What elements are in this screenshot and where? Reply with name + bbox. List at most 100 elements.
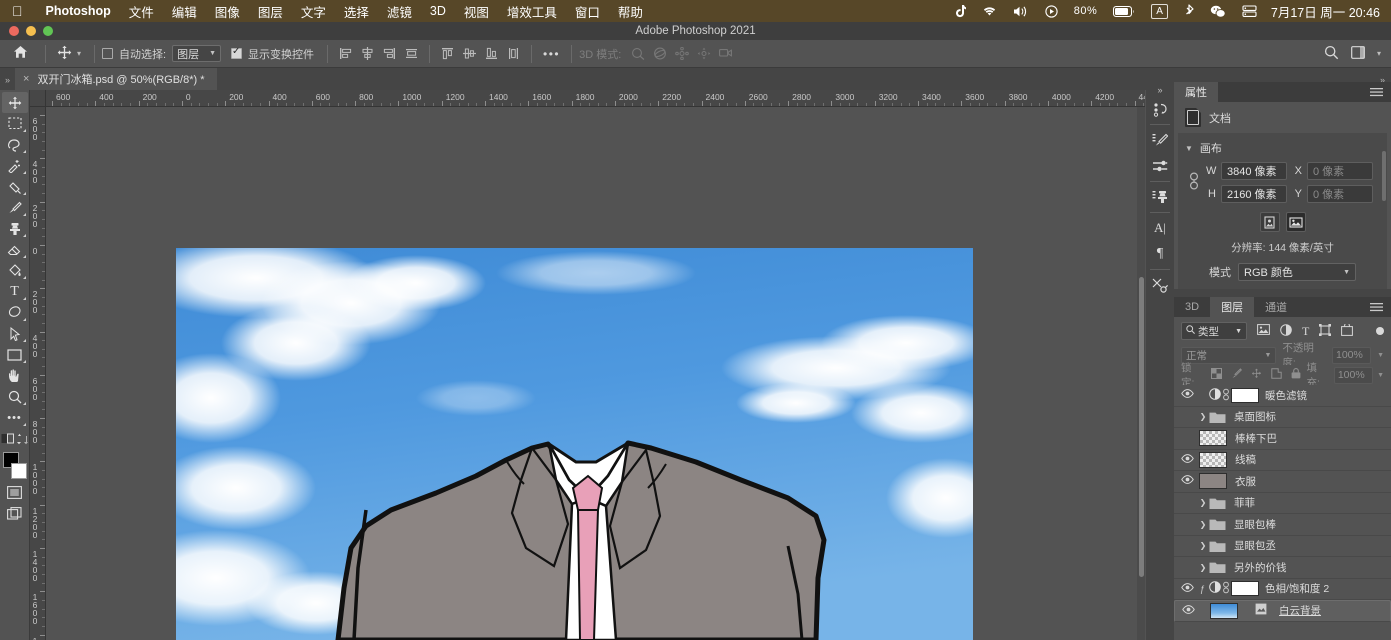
distribute-horizontal-icon[interactable] <box>405 47 418 60</box>
color-swatches[interactable] <box>2 452 28 482</box>
menu-item-filter[interactable]: 滤镜 <box>378 2 421 21</box>
layer-name[interactable]: 棒棒下巴 <box>1233 431 1277 446</box>
layer-row[interactable]: ❯ 菲菲 <box>1174 493 1391 514</box>
filter-toggle-icon[interactable] <box>1376 327 1384 335</box>
paint-bucket-tool[interactable] <box>2 260 28 281</box>
layer-mask-thumbnail[interactable] <box>1231 387 1259 403</box>
layer-name[interactable]: 显眼包丞 <box>1232 538 1276 553</box>
link-icon[interactable] <box>1188 171 1200 194</box>
align-bottom-icon[interactable] <box>485 47 498 60</box>
path-selection-tool[interactable] <box>2 323 28 344</box>
history-icon[interactable] <box>1148 96 1172 122</box>
canvas-area[interactable] <box>46 107 1145 640</box>
group-expand-chevron-icon[interactable]: ❯ <box>1197 541 1209 550</box>
scrollbar-thumb[interactable] <box>1139 277 1144 577</box>
move-tool[interactable] <box>1 92 28 113</box>
clone-source-icon[interactable] <box>1148 184 1172 210</box>
layer-visibility-toggle[interactable] <box>1177 453 1197 466</box>
menu-item-photoshop[interactable]: Photoshop <box>37 4 120 18</box>
eraser-tool[interactable] <box>2 239 28 260</box>
ellipsis-icon[interactable]: ••• <box>539 47 564 61</box>
layer-name[interactable]: 另外的价钱 <box>1232 560 1287 575</box>
align-left-icon[interactable] <box>339 47 352 60</box>
show-transform-checkbox[interactable] <box>231 40 248 67</box>
swap-colors-icon[interactable] <box>17 432 28 450</box>
layer-row[interactable]: 白云背景 <box>1174 600 1391 622</box>
layer-filter-kind-select[interactable]: 类型 ▼ <box>1181 322 1247 340</box>
layers-panel-menu-icon[interactable] <box>1362 297 1391 317</box>
adjustments-icon[interactable] <box>1148 153 1172 179</box>
lock-move-icon[interactable] <box>1251 368 1262 382</box>
chevron-down-icon[interactable]: ▼ <box>1185 144 1193 153</box>
layer-row[interactable]: 衣服 <box>1174 471 1391 493</box>
landscape-orientation-icon[interactable] <box>1285 212 1306 232</box>
align-center-horizontal-icon[interactable] <box>361 47 374 60</box>
group-expand-chevron-icon[interactable]: ❯ <box>1197 563 1209 572</box>
canvas-height-input[interactable]: 2160 像素 <box>1221 185 1287 203</box>
workspace-icon[interactable] <box>1351 45 1365 62</box>
adjustment-layer-icon[interactable] <box>1208 581 1221 596</box>
align-middle-vertical-icon[interactable] <box>463 47 477 60</box>
screen-mode-2-icon[interactable] <box>2 503 28 524</box>
distribute-vertical-icon[interactable] <box>507 47 520 60</box>
character-icon[interactable]: A| <box>1148 215 1172 241</box>
display-icon[interactable] <box>1234 4 1265 18</box>
lock-all-icon[interactable] <box>1291 368 1301 382</box>
layer-visibility-toggle[interactable] <box>1177 475 1197 487</box>
adjustment-layer-icon[interactable] <box>1208 387 1221 403</box>
type-filter-icon[interactable]: T <box>1302 324 1309 339</box>
panel-menu-icon[interactable] <box>1362 82 1391 102</box>
layer-row[interactable]: ❯ 显眼包棒 <box>1174 514 1391 536</box>
canvas-x-input[interactable]: 0 像素 <box>1307 162 1373 180</box>
artboard-canvas[interactable] <box>176 248 973 640</box>
quick-mask-icon[interactable] <box>1 432 14 450</box>
document-tab[interactable]: × 双开门冰箱.psd @ 50%(RGB/8*) * <box>15 68 217 90</box>
layer-name[interactable]: 显眼包棒 <box>1232 517 1276 532</box>
wechat-icon[interactable] <box>1202 5 1234 18</box>
auto-select-target-select[interactable]: 图层 ▼ <box>172 45 222 62</box>
menu-item-file[interactable]: 文件 <box>120 2 163 21</box>
menu-item-layer[interactable]: 图层 <box>249 2 292 21</box>
move-tool-icon[interactable] <box>53 45 74 63</box>
background-color-swatch[interactable] <box>10 463 27 479</box>
layer-name[interactable]: 衣服 <box>1233 474 1256 489</box>
tiktok-icon[interactable] <box>947 4 974 18</box>
ruler-origin-corner[interactable] <box>30 90 46 107</box>
layer-name[interactable]: 白云背景 <box>1277 603 1321 618</box>
zoom-tool[interactable] <box>2 386 28 407</box>
auto-select-checkbox[interactable] <box>102 40 119 67</box>
tab-layers[interactable]: 图层 <box>1210 297 1255 317</box>
layer-mask-thumbnail[interactable] <box>1231 581 1259 597</box>
paragraph-icon[interactable]: ¶ <box>1148 241 1172 267</box>
apple-logo-icon[interactable]:  <box>0 4 37 18</box>
layer-row[interactable]: ❯ 显眼包丞 <box>1174 536 1391 557</box>
control-center-icon[interactable] <box>1037 4 1066 18</box>
layer-visibility-toggle[interactable] <box>1177 582 1197 595</box>
adjustment-filter-icon[interactable] <box>1280 323 1292 339</box>
link-icon[interactable] <box>1221 581 1231 596</box>
menu-item-plugins[interactable]: 增效工具 <box>498 2 566 21</box>
smartobject-filter-icon[interactable] <box>1341 322 1354 339</box>
type-tool[interactable]: T <box>2 281 28 302</box>
align-top-icon[interactable] <box>441 47 454 60</box>
fill-input[interactable]: 100% <box>1333 366 1374 384</box>
tab-3d[interactable]: 3D <box>1174 297 1211 317</box>
layer-thumbnail[interactable] <box>1210 602 1238 619</box>
menu-bar-clock[interactable]: 7月17日 周一 20:46 <box>1265 2 1380 21</box>
layer-visibility-toggle[interactable] <box>1177 389 1197 401</box>
canvas-y-input[interactable]: 0 像素 <box>1307 185 1373 203</box>
portrait-orientation-icon[interactable] <box>1259 212 1280 232</box>
screen-mode-icon[interactable] <box>2 482 28 503</box>
battery-icon[interactable] <box>1105 5 1143 17</box>
group-expand-chevron-icon[interactable]: ❯ <box>1197 520 1209 529</box>
brush-tool[interactable] <box>2 197 28 218</box>
horizontal-ruler[interactable]: 600 400 200 0 200 400 600 800 1000 1200 1400 1600 18… <box>46 90 1145 107</box>
rectangle-shape-tool[interactable] <box>2 344 28 365</box>
menu-item-help[interactable]: 帮助 <box>609 2 652 21</box>
bluetooth-icon[interactable] <box>1176 4 1202 18</box>
search-icon[interactable] <box>1324 45 1339 63</box>
canvas-vertical-scrollbar[interactable] <box>1137 107 1145 640</box>
layer-row[interactable]: 棒棒下巴 <box>1174 428 1391 450</box>
menu-item-image[interactable]: 图像 <box>206 2 249 21</box>
tab-properties[interactable]: 属性 <box>1174 82 1218 102</box>
